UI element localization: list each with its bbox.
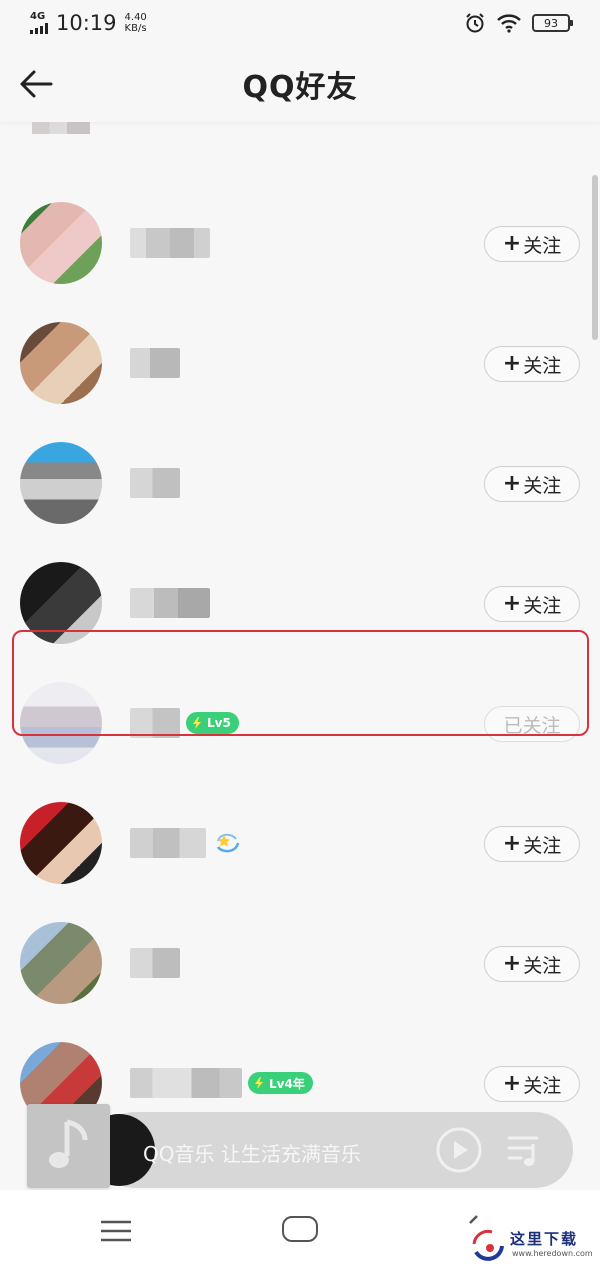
follow-label: 关注 — [523, 1074, 562, 1097]
follow-button[interactable]: + 关注 — [484, 226, 580, 262]
music-note-icon — [48, 1119, 87, 1168]
follow-button[interactable]: + 关注 — [484, 946, 580, 982]
playlist-icon[interactable] — [507, 1134, 543, 1168]
badge-label: Lv4年 — [269, 1076, 305, 1091]
list-item[interactable]: + 关注 — [0, 294, 600, 414]
friend-name: Lv5 — [130, 708, 239, 738]
plus-icon: + — [502, 471, 522, 496]
avatar[interactable] — [20, 682, 102, 764]
page-title: QQ好友 — [242, 70, 358, 105]
follow-button[interactable]: + 关注 — [484, 826, 580, 862]
back-icon[interactable] — [468, 1214, 488, 1224]
badge-label: Lv5 — [207, 716, 231, 730]
network-type: 4G — [30, 11, 46, 22]
plus-icon: + — [502, 591, 522, 616]
list-item[interactable]: + 关注 — [0, 534, 600, 654]
album-cover[interactable] — [27, 1104, 110, 1188]
plus-icon: + — [502, 351, 522, 376]
list-item[interactable]: + 关注 — [0, 414, 600, 534]
header: QQ好友 — [0, 46, 600, 122]
friend-name — [130, 468, 180, 498]
list-item[interactable]: Lv4年 + 关注 — [0, 1014, 600, 1112]
vip-level-badge: Lv5 — [186, 712, 239, 734]
plus-icon: + — [502, 831, 522, 856]
avatar[interactable] — [20, 322, 102, 404]
battery-level: 93 — [544, 16, 558, 30]
follow-button[interactable]: + 关注 — [484, 346, 580, 382]
follow-label: 关注 — [523, 954, 562, 977]
scrollbar[interactable] — [592, 175, 598, 340]
avatar[interactable] — [20, 202, 102, 284]
friend-name — [130, 828, 242, 858]
plus-icon: + — [502, 1071, 522, 1096]
watermark-text: 这里下载 — [510, 1230, 579, 1248]
back-arrow-icon — [20, 70, 53, 98]
watermark: 这里下载 www.heredown.com — [470, 1228, 593, 1264]
status-bar: 4G 10:19 4.40 KB/s 93 — [0, 0, 600, 46]
alarm-icon — [466, 13, 484, 33]
watermark-logo-icon — [472, 1229, 504, 1261]
back-button[interactable] — [14, 62, 58, 106]
speed-unit: KB/s — [124, 23, 147, 34]
list-item-highlighted[interactable]: Lv5 已关注 — [0, 654, 600, 774]
follow-button[interactable]: + 关注 — [484, 1066, 580, 1102]
follow-label: 已关注 — [503, 714, 561, 737]
lightning-icon — [255, 1077, 263, 1089]
avatar[interactable] — [20, 1042, 102, 1112]
follow-label: 关注 — [523, 474, 562, 497]
friend-name — [130, 948, 180, 978]
partial-list-item — [32, 122, 90, 134]
follow-label: 关注 — [523, 594, 562, 617]
list-item[interactable]: + 关注 — [0, 174, 600, 294]
status-icons: 93 — [464, 12, 573, 34]
list-item[interactable]: + 关注 — [0, 774, 600, 894]
friend-name — [130, 588, 210, 618]
follow-label: 关注 — [523, 354, 562, 377]
lightning-icon — [193, 717, 201, 729]
signal-bars-icon — [30, 23, 48, 34]
avatar[interactable] — [20, 802, 102, 884]
plus-icon: + — [502, 231, 522, 256]
signal-indicator: 4G — [30, 12, 48, 34]
clock: 10:19 — [56, 11, 117, 35]
vip-level-badge: Lv4年 — [248, 1072, 313, 1094]
follow-label: 关注 — [523, 834, 562, 857]
follow-button[interactable]: + 关注 — [484, 466, 580, 502]
menu-icon[interactable] — [100, 1220, 132, 1242]
plus-icon: + — [502, 951, 522, 976]
list-item[interactable]: + 关注 — [0, 894, 600, 1014]
follow-button[interactable]: + 关注 — [484, 586, 580, 622]
battery-icon: 93 — [532, 14, 573, 32]
friend-name — [130, 348, 180, 378]
home-icon[interactable] — [282, 1216, 318, 1242]
music-slogan: QQ音乐 让生活充满音乐 — [143, 1142, 361, 1166]
follow-label: 关注 — [523, 234, 562, 257]
friend-list[interactable]: + 关注 + 关注 + 关注 + 关注 Lv5 已关注 + 关注 + 关注 Lv… — [0, 122, 600, 1112]
friend-name: Lv4年 — [130, 1068, 313, 1098]
speed-value: 4.40 — [124, 12, 147, 23]
wifi-icon — [497, 14, 521, 33]
network-speed: 4.40 KB/s — [125, 12, 147, 34]
play-icon[interactable] — [435, 1126, 483, 1174]
avatar[interactable] — [20, 562, 102, 644]
watermark-subtext: www.heredown.com — [512, 1249, 593, 1258]
music-mini-player[interactable]: QQ音乐 让生活充满音乐 — [27, 1104, 573, 1188]
friend-name — [130, 228, 210, 258]
avatar[interactable] — [20, 442, 102, 524]
star-swirl-icon — [216, 833, 240, 853]
avatar[interactable] — [20, 922, 102, 1004]
followed-button[interactable]: 已关注 — [484, 706, 580, 742]
